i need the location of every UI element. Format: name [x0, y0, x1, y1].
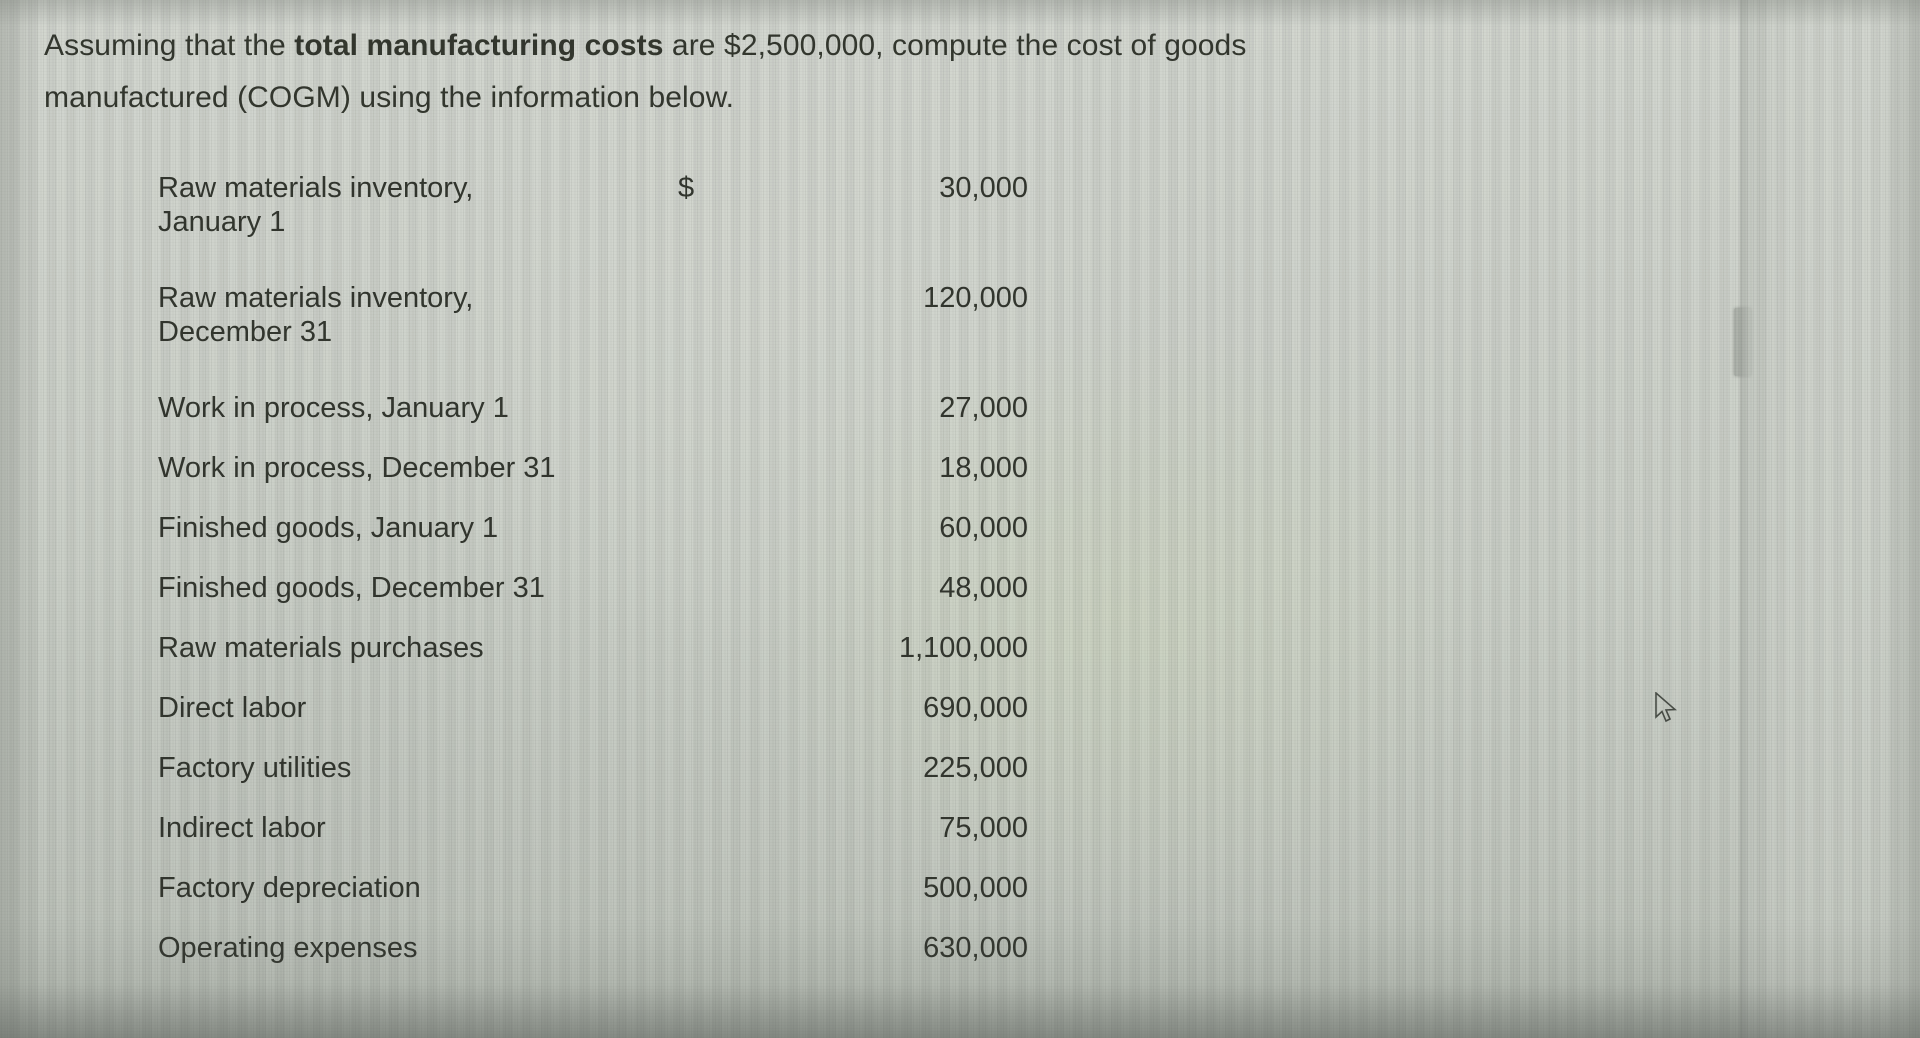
row-amount: 690,000 [923, 692, 1028, 724]
row-label: Direct labor [158, 692, 307, 724]
table-row: Raw materials purchases 1,100,000 [158, 625, 1028, 685]
table-row: Work in process, December 31 18,000 [158, 445, 1028, 505]
row-amount: 500,000 [923, 872, 1028, 904]
row-amount: 75,000 [939, 812, 1028, 844]
table-row: Finished goods, December 31 48,000 [158, 565, 1028, 625]
row-amount: 48,000 [939, 572, 1028, 604]
row-label: Factory utilities [158, 752, 352, 784]
row-label: Raw materials inventory, January 1 [158, 172, 474, 238]
table-row: Factory depreciation 500,000 [158, 865, 1028, 925]
row-label: Finished goods, January 1 [158, 512, 499, 544]
table-row: Work in process, January 1 27,000 [158, 385, 1028, 445]
table-row: Raw materials inventory, January 1 $ 30,… [158, 165, 1028, 275]
document-content: Assuming that the total manufacturing co… [0, 0, 1920, 1038]
vertical-scrollbar-thumb[interactable] [1734, 308, 1751, 376]
row-amount: 630,000 [923, 932, 1028, 964]
photographed-screen-background: Assuming that the total manufacturing co… [0, 0, 1920, 1038]
table-row: Factory utilities 225,000 [158, 745, 1028, 805]
question-bold-phrase: total manufacturing costs [294, 29, 664, 62]
row-amount: 1,100,000 [898, 632, 1028, 664]
row-label: Raw materials inventory, December 31 [158, 282, 474, 348]
row-label: Work in process, January 1 [158, 392, 509, 424]
row-amount: 120,000 [923, 282, 1028, 314]
row-label: Indirect labor [158, 812, 326, 844]
row-amount: 30,000 [939, 172, 1028, 204]
row-amount: 60,000 [939, 512, 1028, 544]
table-row: Operating expenses 630,000 [158, 925, 1028, 985]
row-amount: 27,000 [939, 392, 1028, 424]
table-row: Raw materials inventory, December 31 120… [158, 275, 1028, 385]
row-label: Factory depreciation [158, 872, 421, 904]
row-amount: 225,000 [923, 752, 1028, 784]
row-label: Operating expenses [158, 932, 418, 964]
question-prompt: Assuming that the total manufacturing co… [44, 20, 1384, 124]
question-text-before-bold: Assuming that the [44, 29, 295, 62]
table-row: Direct labor 690,000 [158, 685, 1028, 745]
table-row: Finished goods, January 1 60,000 [158, 505, 1028, 565]
mouse-pointer-icon [1654, 691, 1680, 724]
cost-data-table: Raw materials inventory, January 1 $ 30,… [158, 165, 1028, 985]
row-amount: 18,000 [939, 452, 1028, 484]
table-row: Indirect labor 75,000 [158, 805, 1028, 865]
row-label: Raw materials purchases [158, 632, 484, 664]
